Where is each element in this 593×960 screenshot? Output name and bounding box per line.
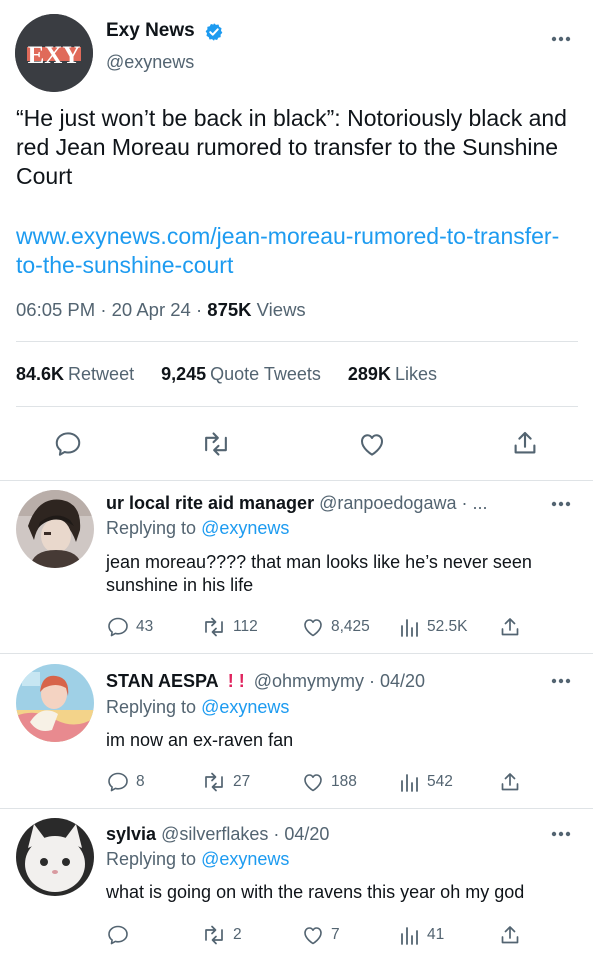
likes-label[interactable]: Likes [395,364,437,384]
views-icon[interactable] [399,770,421,794]
share-icon[interactable] [498,770,522,794]
reply-author-name[interactable]: ur local rite aid manager [106,493,314,513]
replying-to-handle[interactable]: @exynews [201,697,289,717]
views-action[interactable]: 52.5K [399,615,468,639]
replying-to-handle[interactable]: @exynews [201,518,289,538]
reply-count: 8 [136,773,145,790]
reply-text: im now an ex-raven fan [106,730,294,750]
views-count: 52.5K [427,618,468,635]
quotes-label[interactable]: Quote Tweets [210,364,321,384]
likes-count[interactable]: 289K [348,364,391,384]
reply-action[interactable]: 8 [106,770,145,794]
quotes-count[interactable]: 9,245 [161,364,206,384]
author-name[interactable]: Exy News [106,20,195,42]
replying-to: Replying to @exynews [106,697,289,718]
retweet-action[interactable]: 112 [201,615,258,639]
exy-logo: EXY [15,14,93,92]
reply-icon[interactable] [106,923,130,947]
reply-handle[interactable]: @silverflakes · 04/20 [161,824,329,844]
retweet-icon[interactable] [200,429,232,459]
views-action[interactable]: 41 [399,923,444,947]
like-icon[interactable] [357,429,387,459]
more-options-icon[interactable] [551,501,571,507]
replying-prefix: Replying to [106,518,197,538]
retweet-count: 27 [233,773,251,790]
retweets-count[interactable]: 84.6K [16,364,64,384]
reply-handle[interactable]: @ohmymymy · 04/20 [254,671,425,691]
views-label: Views [256,299,306,320]
retweet-icon[interactable] [201,615,227,639]
author-handle[interactable]: @exynews [106,52,194,73]
like-icon[interactable] [301,770,325,794]
avatar-image [16,664,94,742]
avatar[interactable] [16,664,94,742]
reply-header: STAN AESPA ! ! @ohmymymy · 04/20 [106,671,425,692]
like-icon[interactable] [301,923,325,947]
engagement-stats: 84.6K Retweet 9,245 Quote Tweets 289K Likes [16,364,441,385]
reply-text: what is going on with the ravens this ye… [106,882,525,902]
retweet-action[interactable]: 27 [201,770,250,794]
share-icon[interactable] [498,923,522,947]
tweet-time[interactable]: 06:05 PM [16,299,95,320]
replying-prefix: Replying to [106,697,197,717]
divider [0,480,593,481]
reply-icon[interactable] [106,615,130,639]
avatar[interactable] [16,818,94,896]
svg-text:EXY: EXY [28,42,81,69]
divider [0,808,593,809]
replying-to: Replying to @exynews [106,518,289,539]
share-icon[interactable] [498,615,522,639]
share-icon[interactable] [510,428,540,458]
tweet-date[interactable]: 20 Apr 24 [112,299,191,320]
more-options-icon[interactable] [551,678,571,684]
like-icon[interactable] [301,615,325,639]
verified-badge-icon [205,23,223,41]
like-action[interactable]: 7 [301,923,340,947]
like-count: 188 [331,773,357,790]
retweet-count: 112 [233,618,258,635]
reply-header: sylvia @silverflakes · 04/20 [106,824,329,845]
views-icon[interactable] [399,615,421,639]
reply-icon[interactable] [53,429,83,459]
replying-to: Replying to @exynews [106,849,289,870]
divider [16,406,578,407]
more-options-icon[interactable] [551,36,571,42]
avatar-image [16,818,94,896]
avatar[interactable] [16,490,94,568]
like-action[interactable]: 8,425 [301,615,370,639]
views-count: 542 [427,773,453,790]
views-icon[interactable] [399,923,421,947]
like-count: 7 [331,926,340,943]
views-count: 875K [207,299,252,320]
retweet-icon[interactable] [201,923,227,947]
reply-action[interactable] [106,923,136,947]
reply-action[interactable]: 43 [106,615,153,639]
replying-to-handle[interactable]: @exynews [201,849,289,869]
reply-header: ur local rite aid manager @ranpoedogawa … [106,493,487,514]
retweets-label[interactable]: Retweet [68,364,134,384]
reply-count: 43 [136,618,154,635]
reply-text: jean moreau???? that man looks like he’s… [106,552,532,595]
reply-author-name[interactable]: sylvia [106,824,156,844]
more-options-icon[interactable] [551,831,571,837]
avatar-image [16,490,94,568]
retweet-count: 2 [233,926,242,943]
replying-prefix: Replying to [106,849,197,869]
like-count: 8,425 [331,618,370,635]
name-emoji-marks: ! ! [227,671,245,691]
author-avatar[interactable]: EXY [15,14,93,92]
like-action[interactable]: 188 [301,770,357,794]
reply-handle[interactable]: @ranpoedogawa · ... [319,493,487,513]
tweet-text: “He just won’t be back in black”: Notori… [16,105,567,189]
divider [16,341,578,342]
tweet-meta: 06:05 PM · 20 Apr 24 · 875K Views [16,299,306,320]
reply-icon[interactable] [106,770,130,794]
divider [0,653,593,654]
reply-author-name[interactable]: STAN AESPA [106,671,219,691]
views-count: 41 [427,926,445,943]
retweet-icon[interactable] [201,770,227,794]
views-action[interactable]: 542 [399,770,453,794]
tweet-link[interactable]: www.exynews.com/jean-moreau-rumored-to-t… [16,222,576,280]
retweet-action[interactable]: 2 [201,923,242,947]
